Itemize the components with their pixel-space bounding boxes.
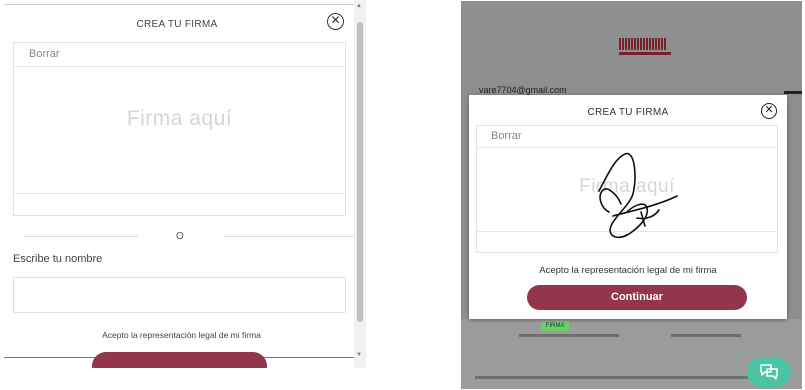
pad-baseline [14,193,345,194]
close-icon[interactable]: ✕ [761,103,777,119]
separator-text: O [176,231,184,242]
close-icon[interactable]: ✕ [327,13,344,30]
separator-line-right [224,236,364,237]
modal-title: CREA TU FIRMA [587,107,669,118]
scrollbar[interactable]: ▲ ▼ [354,0,366,368]
form-title: CREA TU FIRMA [136,19,218,30]
document-footer-text [475,376,765,379]
document-text-line [671,334,741,337]
menu-bar [784,91,802,94]
document-text-line [519,334,619,337]
signature-drawing [598,153,678,238]
scroll-up-icon[interactable]: ▲ [356,3,362,9]
continue-button[interactable]: Continuar [527,285,747,310]
pad-divider [14,66,345,67]
screenshot-stage: CREA TU FIRMA ✕ Borrar Firma aquí O Escr… [0,0,805,390]
document-view-panel: vare7704@gmail.com FIRMA CREA TU FIRMA ✕… [461,1,802,389]
accept-text: Acepto la representación legal de mi fir… [539,265,717,276]
name-input[interactable] [13,277,346,313]
scrollbar-thumb[interactable] [357,22,363,322]
separator-line-left [24,236,138,237]
chat-button[interactable] [747,357,791,387]
continue-button[interactable] [92,352,267,368]
firma-badge: FIRMA [541,321,569,331]
name-label: Escribe tu nombre [13,253,103,265]
signature-placeholder: Firma aquí [126,107,233,130]
clear-button[interactable]: Borrar [491,130,522,142]
top-divider [4,4,354,5]
signature-pad[interactable]: Borrar Firma aquí [476,125,778,253]
signature-modal: CREA TU FIRMA ✕ Borrar Firma aquí Acepto… [469,95,787,319]
signature-form-panel: CREA TU FIRMA ✕ Borrar Firma aquí O Escr… [4,0,366,368]
signature-pad[interactable]: Borrar Firma aquí [13,42,346,216]
chat-bubbles-icon [760,364,778,380]
building-logo [619,38,671,56]
accept-text: Acepto la representación legal de mi fir… [102,330,261,340]
user-email: vare7704@gmail.com [479,85,567,95]
scroll-down-icon[interactable]: ▼ [356,352,362,358]
clear-button[interactable]: Borrar [29,48,60,60]
